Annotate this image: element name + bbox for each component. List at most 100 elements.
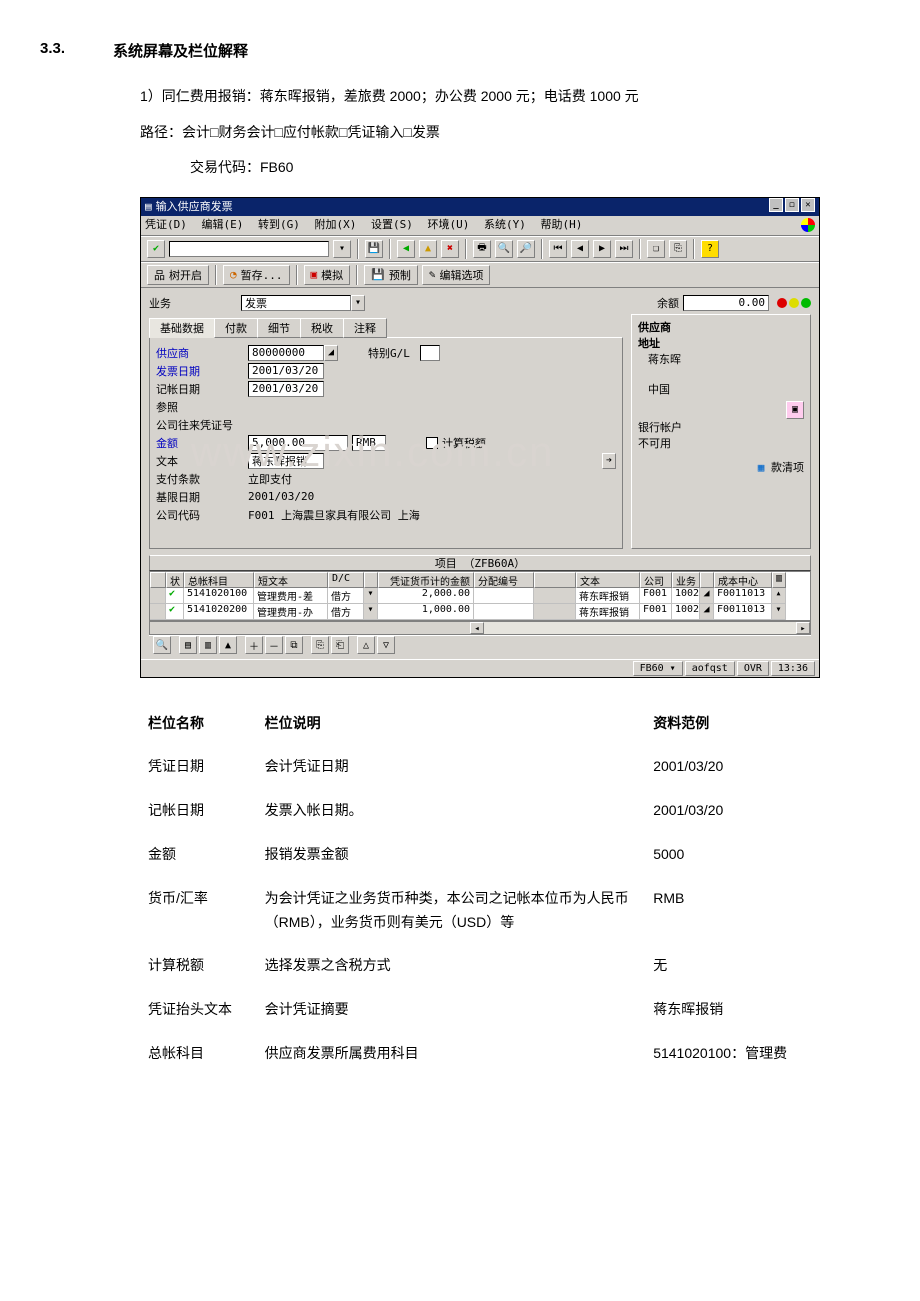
- close-button[interactable]: ✕: [801, 198, 815, 212]
- col-stext: 短文本: [254, 572, 328, 588]
- minimize-button[interactable]: _: [769, 198, 783, 212]
- grid-row-2[interactable]: ✔ 5141020200 管理费用-办 借方 ▾ 1,000.00 蒋东晖报销 …: [150, 604, 810, 620]
- vendor-display-icon[interactable]: ▣: [786, 401, 804, 419]
- text-field[interactable]: [248, 453, 324, 469]
- hold-button[interactable]: ◔ 暂存...: [223, 265, 290, 285]
- park-button[interactable]: 💾 预制: [364, 265, 418, 285]
- back-icon[interactable]: ◀: [397, 240, 415, 258]
- menu-bar: 凭证(D) 编辑(E) 转到(G) 附加(X) 设置(S) 环境(U) 系统(Y…: [141, 216, 819, 236]
- first-page-icon[interactable]: ⏮: [549, 240, 567, 258]
- shortcut-icon[interactable]: ⎘: [669, 240, 687, 258]
- tab-note[interactable]: 注释: [343, 318, 387, 338]
- next-page-icon[interactable]: ▶: [593, 240, 611, 258]
- vendor-panel-title: 供应商: [638, 319, 804, 335]
- scroll-left-icon[interactable]: ◂: [470, 622, 484, 634]
- open-items-button[interactable]: ▦ 款清项: [758, 461, 804, 474]
- save-icon[interactable]: 💾: [365, 240, 383, 258]
- tree-on-button[interactable]: 品 树开启: [147, 265, 209, 285]
- ba-f4-icon[interactable]: ◢: [700, 588, 714, 604]
- collapse-icon[interactable]: ▽: [377, 636, 395, 654]
- copy-icon[interactable]: ⎘: [311, 636, 329, 654]
- delete-row-icon[interactable]: －: [265, 636, 283, 654]
- grid-row-1[interactable]: ✔ 5141020100 管理费用-差 借方 ▾ 2,000.00 蒋东晖报销 …: [150, 588, 810, 604]
- dc-dropdown-icon[interactable]: ▾: [364, 604, 378, 620]
- menu-system[interactable]: 系统(Y): [484, 218, 526, 231]
- field-description-table: 栏位名称 栏位说明 资料范例 凭证日期会计凭证日期2001/03/20 记帐日期…: [140, 702, 860, 1076]
- new-session-icon[interactable]: ❏: [647, 240, 665, 258]
- find-next-icon[interactable]: 🔎: [517, 240, 535, 258]
- biz-field[interactable]: [241, 295, 351, 311]
- section-number: 3.3.: [40, 40, 65, 61]
- open-items-icon: ▦: [758, 461, 765, 474]
- hold-icon: ◔: [230, 268, 237, 281]
- biz-dropdown-icon[interactable]: ▾: [351, 295, 365, 311]
- expand-icon[interactable]: △: [357, 636, 375, 654]
- pencil-icon: ✎: [429, 268, 436, 281]
- standard-toolbar: ✔ ▾ 💾 ◀ ▲ ✖ 🖶 🔍 🔎 ⏮ ◀ ▶ ⏭ ❏ ⎘: [141, 236, 819, 262]
- col-assign: 分配编号: [474, 572, 534, 588]
- scroll-down-icon[interactable]: ▾: [772, 604, 786, 620]
- col-status: 状: [166, 572, 184, 588]
- col-config-icon[interactable]: ▥: [772, 572, 786, 588]
- dup-row-icon[interactable]: ⧉: [285, 636, 303, 654]
- print-icon[interactable]: 🖶: [473, 240, 491, 258]
- special-gl-field[interactable]: [420, 345, 440, 361]
- vendor-f4-icon[interactable]: ◢: [324, 345, 338, 361]
- desc-row: 货币/汇率为会计凭证之业务货币种类，本公司之记帐本位币为人民币（RMB），业务货…: [140, 877, 860, 945]
- currency-field[interactable]: [352, 435, 386, 451]
- simulate-button[interactable]: ▣ 模拟: [304, 265, 351, 285]
- scroll-right-icon[interactable]: ▸: [796, 622, 810, 634]
- vendor-field[interactable]: [248, 345, 324, 361]
- items-grid: 状 总帐科目 短文本 D/C 凭证货币计的金额 分配编号 文本 公司 业务: [149, 571, 811, 621]
- last-page-icon[interactable]: ⏭: [615, 240, 633, 258]
- paste-icon[interactable]: ⎗: [331, 636, 349, 654]
- invdate-field[interactable]: [248, 363, 324, 379]
- help-icon[interactable]: ?: [701, 240, 719, 258]
- deselect-all-icon[interactable]: ▥: [199, 636, 217, 654]
- col-select[interactable]: [150, 572, 166, 588]
- sort-asc-icon[interactable]: ▲: [219, 636, 237, 654]
- exit-icon[interactable]: ▲: [419, 240, 437, 258]
- detail-icon[interactable]: 🔍: [153, 636, 171, 654]
- title-bar: ▤ 输入供应商发票 _ ◻ ✕: [141, 198, 819, 216]
- prev-page-icon[interactable]: ◀: [571, 240, 589, 258]
- menu-goto[interactable]: 转到(G): [258, 218, 300, 231]
- status-ok-icon: ✔: [166, 604, 184, 620]
- calc-tax-checkbox[interactable]: [426, 437, 438, 449]
- sap-icon: ▤: [145, 198, 152, 216]
- enter-icon[interactable]: ✔: [147, 240, 165, 258]
- menu-env[interactable]: 环境(U): [428, 218, 470, 231]
- edit-options-button[interactable]: ✎ 编辑选项: [422, 265, 491, 285]
- command-field[interactable]: [169, 241, 329, 257]
- dropdown-icon[interactable]: ▾: [333, 240, 351, 258]
- col-amount: 凭证货币计的金额: [378, 572, 474, 588]
- scroll-up-icon[interactable]: ▴: [772, 588, 786, 604]
- cancel-icon[interactable]: ✖: [441, 240, 459, 258]
- insert-row-icon[interactable]: ＋: [245, 636, 263, 654]
- desc-row: 记帐日期发票入帐日期。2001/03/20: [140, 789, 860, 833]
- amount-field[interactable]: [248, 435, 348, 451]
- tab-basic[interactable]: 基础数据: [149, 318, 215, 338]
- dc-dropdown-icon[interactable]: ▾: [364, 588, 378, 604]
- menu-extra[interactable]: 附加(X): [315, 218, 357, 231]
- select-all-icon[interactable]: ▤: [179, 636, 197, 654]
- menu-help[interactable]: 帮助(H): [541, 218, 583, 231]
- desc-row: 凭证抬头文本会计凭证摘要蒋东晖报销: [140, 988, 860, 1032]
- maximize-button[interactable]: ◻: [785, 198, 799, 212]
- tab-tax[interactable]: 税收: [300, 318, 344, 338]
- intro-line-2: 路径：会计□财务会计□应付帐款□凭证输入□发票: [140, 121, 880, 145]
- menu-settings[interactable]: 设置(S): [371, 218, 413, 231]
- postdate-field[interactable]: [248, 381, 324, 397]
- tab-detail[interactable]: 细节: [257, 318, 301, 338]
- grid-hscroll[interactable]: ◂ ▸: [149, 621, 811, 635]
- menu-voucher[interactable]: 凭证(D): [145, 218, 187, 231]
- ba-f4-icon[interactable]: ◢: [700, 604, 714, 620]
- find-icon[interactable]: 🔍: [495, 240, 513, 258]
- status-time: 13:36: [771, 661, 815, 676]
- menu-edit[interactable]: 编辑(E): [202, 218, 244, 231]
- ref-label: 参照: [156, 399, 248, 415]
- vendor-label: 供应商: [156, 345, 248, 361]
- long-text-icon[interactable]: ➔: [602, 453, 616, 469]
- tree-icon: 品: [154, 267, 165, 283]
- tab-payment[interactable]: 付款: [214, 318, 258, 338]
